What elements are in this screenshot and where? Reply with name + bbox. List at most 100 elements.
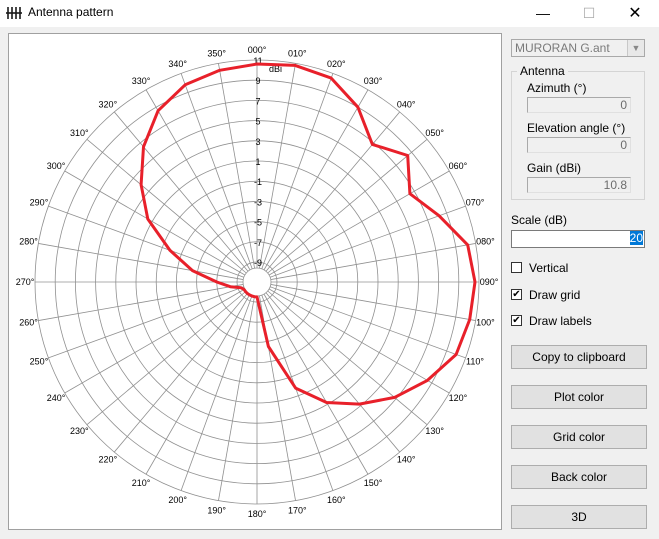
angle-label: 120° (449, 393, 468, 403)
antenna-file-select[interactable]: MURORAN G.ant ▼ (511, 39, 645, 57)
vertical-checkbox[interactable] (511, 262, 522, 273)
grid-spoke (180, 73, 253, 269)
ring-label: 9 (255, 76, 260, 86)
angle-label: 350° (207, 49, 226, 59)
ring-label: -7 (254, 238, 262, 248)
ring-label: -9 (254, 258, 262, 268)
angle-label: 330° (132, 76, 151, 86)
angle-label: 100° (476, 317, 495, 327)
antenna-file-value: MURORAN G.ant (515, 41, 610, 55)
angle-label: 140° (397, 455, 416, 465)
angle-label: 290° (30, 198, 49, 208)
antenna-app-icon (6, 7, 22, 19)
window-title: Antenna pattern (28, 5, 114, 19)
back-color-button[interactable]: Back color (511, 465, 647, 489)
angle-label: 340° (168, 59, 187, 69)
grid-spoke (268, 170, 450, 276)
close-button[interactable]: ✕ (612, 0, 658, 27)
angle-label: 320° (99, 99, 118, 109)
angle-label: 220° (99, 455, 118, 465)
draw-grid-checkbox[interactable]: ✔ (511, 289, 522, 300)
angle-label: 030° (364, 76, 383, 86)
ring-label: 3 (255, 137, 260, 147)
grid-spoke (267, 138, 428, 274)
angle-label: 070° (466, 198, 485, 208)
pattern-curve (139, 62, 477, 406)
angle-label: 190° (207, 505, 226, 515)
grid-spoke (263, 89, 369, 271)
angle-label: 040° (397, 99, 416, 109)
3d-button[interactable]: 3D (511, 505, 647, 529)
angle-label: 310° (70, 128, 89, 138)
grid-spoke (48, 286, 244, 359)
ring-label: 5 (255, 117, 260, 127)
angle-label: 020° (327, 59, 346, 69)
angle-label: 250° (30, 356, 49, 366)
grid-spoke (113, 111, 249, 272)
draw-grid-label[interactable]: Draw grid (529, 288, 580, 302)
angle-label: 050° (425, 128, 444, 138)
scale-input[interactable]: 20 (511, 230, 645, 248)
vertical-label[interactable]: Vertical (529, 261, 568, 275)
title-bar: Antenna pattern — ☐ ✕ (0, 0, 659, 27)
angle-label: 240° (47, 393, 66, 403)
ring-label: -3 (254, 197, 262, 207)
antenna-group-title: Antenna (517, 64, 568, 78)
ring-label: 1 (255, 157, 260, 167)
antenna-pattern-plot: 000° 010° 020° 030° 040° 050° 060° 070° 080° 090°… (8, 33, 502, 530)
azimuth-label: Azimuth (°) (527, 81, 587, 95)
scale-value: 20 (629, 231, 643, 245)
angle-label: 270° (16, 277, 35, 287)
grid-spoke (113, 292, 249, 453)
scale-label: Scale (dB) (511, 213, 568, 227)
angle-label: 110° (466, 356, 484, 366)
angle-label: 300° (47, 161, 66, 171)
grid-spoke (86, 290, 247, 426)
angle-label: 010° (288, 49, 307, 59)
elevation-field[interactable]: 0 (527, 137, 631, 153)
gain-field[interactable]: 10.8 (527, 177, 631, 193)
ring-label: -5 (254, 218, 262, 228)
polar-chart: 000° 010° 020° 030° 040° 050° 060° 070° 080° 090°… (16, 45, 499, 519)
grid-spoke (64, 288, 246, 394)
draw-labels-checkbox[interactable]: ✔ (511, 315, 522, 326)
angle-label: 180° (248, 509, 267, 519)
angle-label: 080° (476, 237, 495, 247)
angle-label: 210° (132, 478, 151, 488)
ring-label: -1 (254, 177, 262, 187)
grid-spoke (261, 295, 334, 491)
grid-spoke (145, 89, 251, 271)
chevron-down-icon[interactable]: ▼ (627, 40, 644, 56)
grid-spoke (180, 295, 253, 491)
minimize-button[interactable]: — (520, 0, 566, 27)
grid-spoke (145, 293, 251, 475)
grid-spoke (261, 73, 334, 269)
ring-label: 7 (255, 96, 260, 106)
angle-label: 260° (19, 317, 38, 327)
azimuth-field[interactable]: 0 (527, 97, 631, 113)
angle-label: 280° (19, 237, 38, 247)
draw-labels-label[interactable]: Draw labels (529, 314, 592, 328)
angle-label: 090° (480, 277, 499, 287)
angle-label: 230° (70, 426, 89, 436)
maximize-button[interactable]: ☐ (566, 0, 612, 27)
grid-spoke (268, 288, 450, 394)
copy-to-clipboard-button[interactable]: Copy to clipboard (511, 345, 647, 369)
grid-spoke (64, 170, 246, 276)
grid-spoke (263, 293, 369, 475)
grid-color-button[interactable]: Grid color (511, 425, 647, 449)
grid-spoke (86, 138, 247, 274)
plot-color-button[interactable]: Plot color (511, 385, 647, 409)
angle-label: 200° (168, 495, 187, 505)
angle-label: 150° (364, 478, 383, 488)
angle-label: 000° (248, 45, 267, 55)
elevation-label: Elevation angle (°) (527, 121, 626, 135)
angle-label: 060° (449, 161, 468, 171)
gain-label: Gain (dBi) (527, 161, 582, 175)
grid-spoke (270, 286, 466, 359)
angle-label: 130° (425, 426, 444, 436)
angle-label: 170° (288, 505, 307, 515)
grid-spoke (270, 205, 466, 278)
angle-label: 160° (327, 495, 346, 505)
grid-spoke (265, 111, 401, 272)
